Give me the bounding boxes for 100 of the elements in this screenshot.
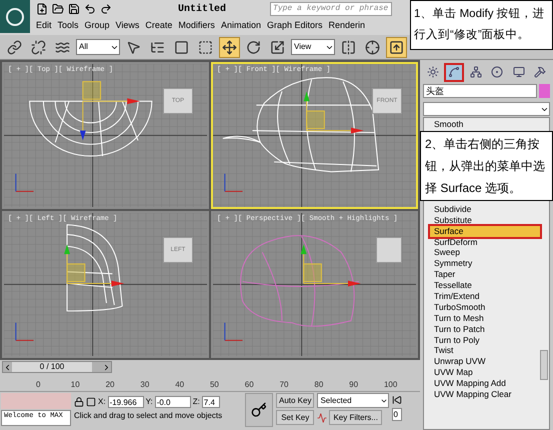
frame-number: 90 xyxy=(349,379,360,391)
save-icon[interactable] xyxy=(68,3,80,15)
callout: 2、单击右侧的三角按钮，从弹出的菜单中选择 Surface 选项。 xyxy=(420,131,553,201)
set-key-toggle[interactable]: Set Key xyxy=(276,410,314,425)
modifier-item[interactable]: Unwrap UVW xyxy=(430,356,540,368)
frame-number: 50 xyxy=(210,379,220,391)
crosshair-icon xyxy=(365,40,380,54)
modifier-item[interactable]: SurfDeform xyxy=(430,236,540,248)
modifier-item[interactable]: UVW Map xyxy=(430,367,540,378)
modifier-item[interactable]: Sweep xyxy=(430,247,540,258)
modifier-item[interactable]: Subdivide xyxy=(430,204,540,215)
sun-icon xyxy=(427,66,439,78)
move-gizmo-drawing xyxy=(64,244,124,286)
menu-item[interactable]: Views xyxy=(116,19,140,33)
tool-button[interactable] xyxy=(219,36,240,58)
app-logo-icon[interactable] xyxy=(0,0,30,33)
menu-item[interactable]: Create xyxy=(145,19,172,33)
menu-item[interactable]: Tools xyxy=(58,19,79,33)
move-gizmo-drawing xyxy=(304,91,364,134)
modifier-item[interactable]: Trim/Extend xyxy=(430,291,540,302)
dropdown[interactable]: All xyxy=(76,39,120,55)
axis-tripod-icon xyxy=(224,173,244,192)
status-prompt: Click and drag to select and move objects xyxy=(74,410,224,422)
hierarchy-icon xyxy=(470,66,482,78)
scrollbar-thumb[interactable]: 0 / 100 xyxy=(12,362,92,372)
modifier-item[interactable]: Turn to Patch xyxy=(430,324,540,335)
frame-number: 0 xyxy=(36,379,42,391)
frame-number: 20 xyxy=(106,379,116,391)
object-color-swatch[interactable] xyxy=(539,84,550,98)
frame-number: 60 xyxy=(244,379,255,391)
coordinate-field[interactable]: -0.0 xyxy=(154,396,191,408)
undo-icon[interactable] xyxy=(84,3,96,15)
frame-number: 100 xyxy=(384,379,398,391)
modifier-item[interactable]: Surface xyxy=(430,226,540,237)
modifier-item[interactable]: Taper xyxy=(430,269,540,280)
menu-item[interactable]: Renderin xyxy=(328,19,366,33)
scale-icon xyxy=(270,40,285,54)
set-key-button[interactable] xyxy=(245,393,273,427)
axis-tripod-icon xyxy=(224,322,244,341)
scrollbar-thumb[interactable] xyxy=(540,350,548,380)
frame-number: 30 xyxy=(140,379,150,391)
modifier-item[interactable]: UVW Mapping Add xyxy=(430,378,540,390)
menu-item[interactable]: Graph Editors xyxy=(266,19,322,33)
unlink-icon xyxy=(31,40,46,54)
window-title: Untitled xyxy=(178,2,226,16)
modifier-item[interactable]: Turn to Mesh xyxy=(430,312,540,324)
skip-back-icon[interactable] xyxy=(392,395,402,405)
search-field[interactable]: Type a keyword or phrase xyxy=(270,2,392,16)
key-icon xyxy=(251,402,267,418)
modifier-item[interactable]: Symmetry xyxy=(430,258,540,270)
menu-item[interactable]: Animation xyxy=(220,19,261,33)
panel-tab[interactable] xyxy=(444,62,464,82)
axis-tripod-icon xyxy=(15,322,34,341)
modifier-item[interactable]: Tessellate xyxy=(430,280,540,292)
hammer-icon xyxy=(534,66,546,78)
menu-item[interactable]: Group xyxy=(84,19,110,33)
object-name-field[interactable]: 头盔 xyxy=(423,84,537,98)
lock-icon[interactable] xyxy=(74,396,84,406)
menu-item[interactable]: Edit xyxy=(36,19,52,33)
circle-icon xyxy=(491,66,504,78)
axis-label: X: xyxy=(98,396,106,408)
link-icon xyxy=(7,40,22,54)
folder-icon[interactable] xyxy=(52,3,64,15)
move-gizmo-drawing xyxy=(300,244,361,286)
list-icon xyxy=(150,40,165,54)
coordinate-field[interactable]: -19.966 xyxy=(108,396,144,408)
auto-key-button[interactable]: Auto Key xyxy=(276,393,314,408)
pointer-icon xyxy=(126,40,141,54)
time-scrollbar[interactable]: 0 / 100 xyxy=(2,361,112,373)
frame-number: 80 xyxy=(314,379,324,391)
wave-icon xyxy=(55,40,70,54)
listener-field[interactable] xyxy=(1,393,71,409)
mirror-icon xyxy=(341,40,356,54)
modifier-item[interactable]: Smooth xyxy=(430,119,540,130)
axis-tripod-icon xyxy=(15,173,34,192)
curve-icon[interactable] xyxy=(317,412,328,422)
square-icon[interactable] xyxy=(86,396,96,406)
coordinate-field[interactable]: 7.4 xyxy=(202,396,220,408)
menu-item[interactable]: Modifiers xyxy=(178,19,215,33)
frame-field[interactable]: 0 xyxy=(392,408,402,421)
modifier-list-dropdown[interactable] xyxy=(423,102,550,116)
frame-number: 10 xyxy=(70,379,81,391)
modifier-item[interactable]: UVW Mapping Clear xyxy=(430,389,540,400)
key-filters-button[interactable]: Key Filters... xyxy=(329,410,382,425)
frame-number: 70 xyxy=(280,379,290,391)
modifier-item[interactable]: Twist xyxy=(430,345,540,356)
monitor-icon xyxy=(512,66,525,78)
new-file-icon[interactable] xyxy=(36,3,48,15)
redo-icon[interactable] xyxy=(100,3,112,15)
square-icon xyxy=(174,40,189,54)
modifier-item[interactable]: TurboSmooth xyxy=(430,302,540,313)
key-mode-dropdown[interactable]: Selected xyxy=(317,393,390,408)
modifier-item[interactable]: Turn to Poly xyxy=(430,334,540,346)
modifier-item[interactable]: Substitute xyxy=(430,214,540,226)
move-icon xyxy=(222,40,237,54)
dropdown[interactable]: View xyxy=(291,39,335,55)
tool-button[interactable] xyxy=(386,36,407,58)
dashed-square-icon xyxy=(198,40,213,54)
curve-icon xyxy=(448,66,460,78)
rotate-icon xyxy=(246,40,261,54)
